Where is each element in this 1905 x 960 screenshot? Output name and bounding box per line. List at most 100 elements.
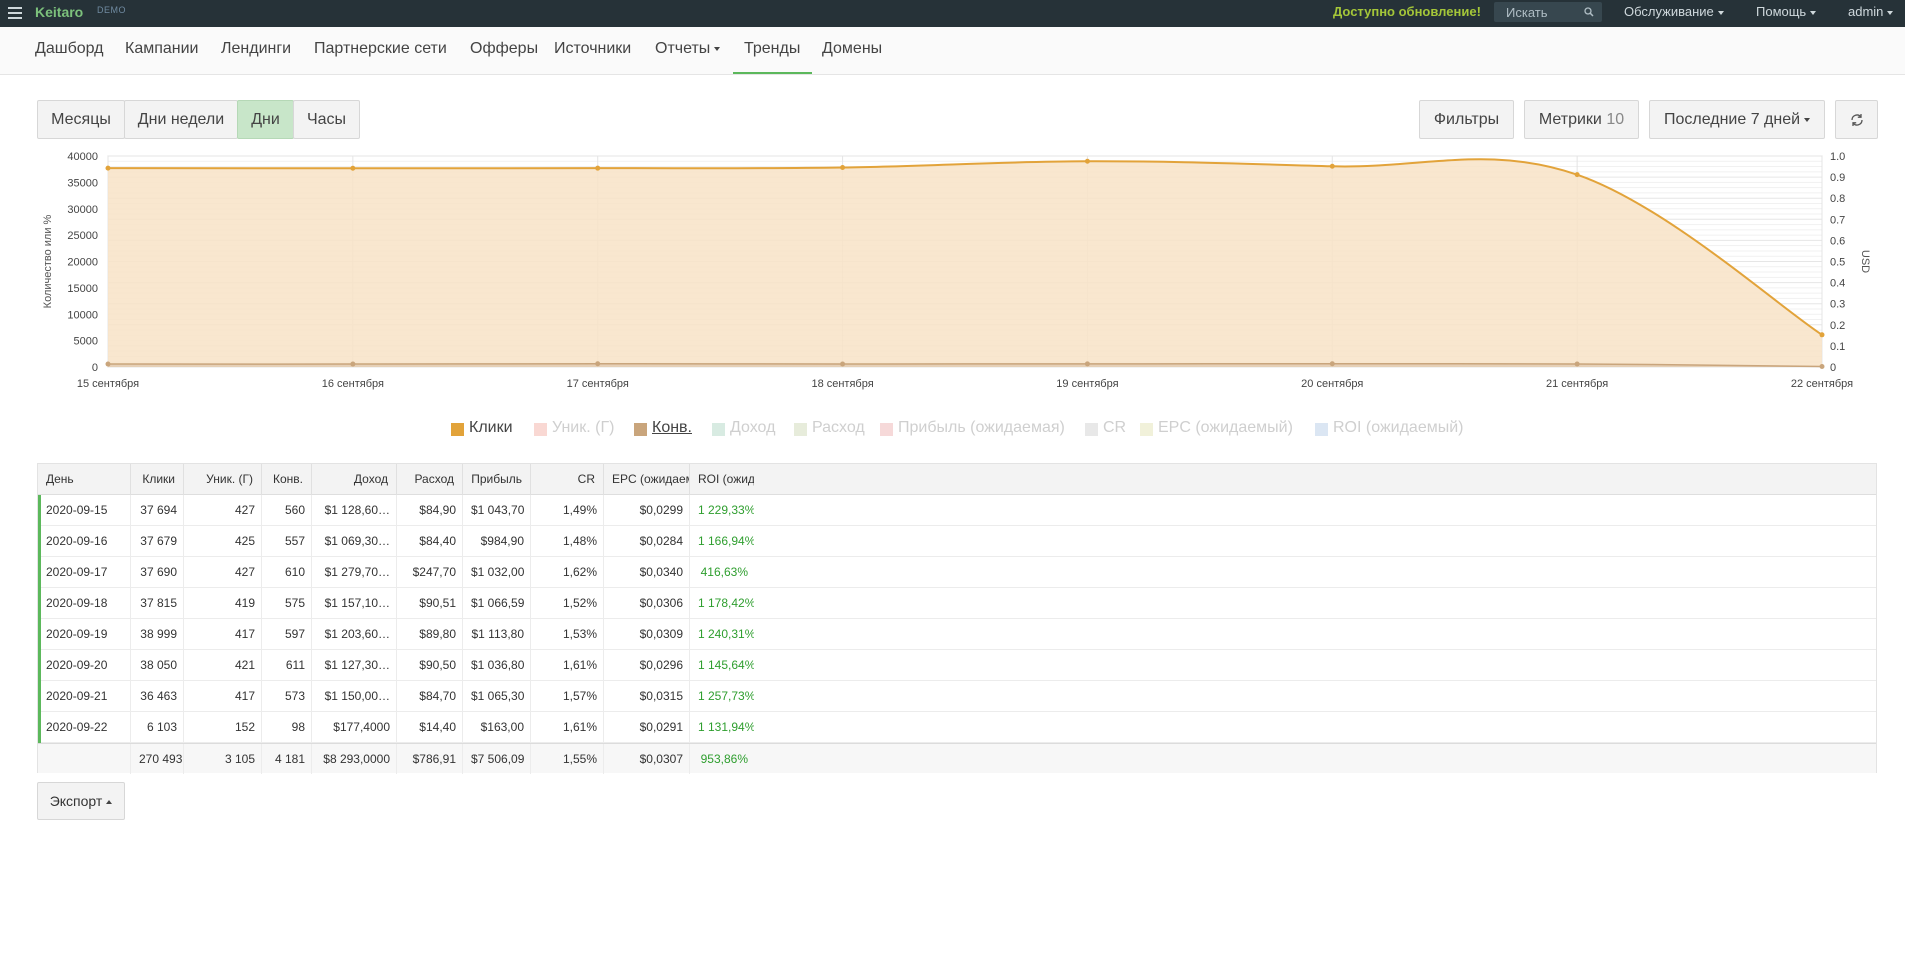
export-button[interactable]: Экспорт [37, 782, 125, 820]
nav-dashboard[interactable]: Дашборд [35, 40, 104, 58]
maintenance-menu[interactable]: Обслуживание [1624, 4, 1724, 19]
table-cell: 419 [184, 588, 262, 619]
period-weekdays-button[interactable]: Дни недели [124, 100, 238, 139]
table-cell: 270 493 [131, 744, 184, 774]
table-cell: 417 [184, 681, 262, 712]
table-row[interactable]: 2020-09-22 6 103 152 98 $177,4000 $14,40 $163,… [38, 712, 1876, 743]
column-header[interactable]: CR [531, 464, 604, 495]
y-tick-label: 35000 [67, 177, 98, 189]
update-available-link[interactable]: Доступно обновление! [1333, 4, 1481, 19]
table-cell: $1 279,70… [312, 557, 397, 588]
chevron-down-icon [714, 46, 721, 51]
period-days-button[interactable]: Дни [237, 100, 294, 139]
table-cell: $0,0299 [604, 495, 690, 526]
table-cell: 98 [262, 712, 312, 743]
data-point [1329, 361, 1335, 367]
table-cell: $1 203,60… [312, 619, 397, 650]
search-icon[interactable] [1584, 7, 1594, 17]
column-header[interactable]: День [38, 464, 131, 495]
y2-tick-label: 1.0 [1830, 151, 1845, 163]
column-header[interactable]: ROI (ожидаемый) [690, 464, 754, 495]
nav-domains[interactable]: Домены [822, 40, 882, 58]
help-menu[interactable]: Помощь [1756, 4, 1817, 19]
nav-landings[interactable]: Лендинги [221, 40, 291, 58]
table-row[interactable]: 2020-09-18 37 815 419 575 $1 157,10… $90,51 $1… [38, 588, 1876, 619]
nav-campaigns[interactable]: Кампании [125, 40, 199, 58]
date-range-select[interactable]: Последние 7 дней [1649, 100, 1825, 139]
table-cell: 4 181 [262, 744, 312, 774]
user-menu[interactable]: admin [1848, 4, 1894, 19]
table-cell: $1 043,70 [463, 495, 531, 526]
filters-button[interactable]: Фильтры [1419, 100, 1514, 139]
column-header[interactable]: Уник. (Г) [184, 464, 262, 495]
table-header: День Клики Уник. (Г) Конв. Доход Расход Прибыл… [38, 464, 1876, 495]
table-cell: $84,40 [397, 526, 463, 557]
table-cell: 417 [184, 619, 262, 650]
chevron-down-icon [1887, 10, 1894, 15]
column-header[interactable]: Клики [131, 464, 184, 495]
table-row[interactable]: 2020-09-21 36 463 417 573 $1 150,00… $84,70 $1… [38, 681, 1876, 712]
column-header[interactable]: Доход [312, 464, 397, 495]
column-header[interactable]: Прибыль [463, 464, 531, 495]
metrics-button[interactable]: Метрики 10 [1524, 100, 1639, 139]
cell-date: 2020-09-18 [38, 588, 131, 619]
column-header[interactable]: Конв. [262, 464, 312, 495]
table-cell: 1,53% [531, 619, 604, 650]
table-cell: $1 150,00… [312, 681, 397, 712]
date-range-label: Последние 7 дней [1663, 111, 1801, 128]
table-row[interactable]: 2020-09-19 38 999 417 597 $1 203,60… $89,80 $1… [38, 619, 1876, 650]
period-months-button[interactable]: Месяцы [37, 100, 125, 139]
legend-label: Расход [812, 419, 865, 436]
table-cell: 1 145,64% [698, 658, 754, 672]
data-point [1329, 163, 1335, 169]
brand-logo[interactable]: Keitaro [35, 4, 83, 20]
data-point [1574, 361, 1580, 367]
table-cell: $247,70 [397, 557, 463, 588]
data-point [595, 165, 601, 171]
search-input[interactable] [1494, 2, 1582, 22]
y2-tick-label: 0.7 [1830, 214, 1845, 226]
nav-reports[interactable]: Отчеты [655, 40, 721, 58]
legend-swatch [794, 423, 807, 436]
chevron-down-icon [1810, 10, 1817, 15]
nav-offers[interactable]: Офферы [470, 40, 538, 58]
table-cell: $0,0309 [604, 619, 690, 650]
nav-sources[interactable]: Источники [554, 40, 631, 58]
data-point [595, 361, 601, 367]
table-cell: $0,0306 [604, 588, 690, 619]
table-cell: $7 506,09 [463, 744, 531, 774]
data-point [350, 165, 356, 171]
cell-date: 2020-09-17 [38, 557, 131, 588]
column-header[interactable]: Расход [397, 464, 463, 495]
menu-icon[interactable] [8, 5, 22, 19]
nav-trends[interactable]: Тренды [744, 40, 800, 58]
nav-affiliate-networks[interactable]: Партнерские сети [314, 40, 447, 58]
table-row[interactable]: 2020-09-20 38 050 421 611 $1 127,30… $90,50 $1… [38, 650, 1876, 681]
table-cell: 610 [262, 557, 312, 588]
y-tick-label: 15000 [67, 283, 98, 295]
refresh-button[interactable] [1835, 100, 1878, 139]
cell-date: 2020-09-20 [38, 650, 131, 681]
table-cell: 597 [262, 619, 312, 650]
table-row[interactable]: 2020-09-16 37 679 425 557 $1 069,30… $84,40 $9… [38, 526, 1876, 557]
table-cell: 1 229,33% [698, 503, 754, 517]
table-row[interactable]: 2020-09-15 37 694 427 560 $1 128,60… $84,90 $1… [38, 495, 1876, 526]
x-tick-label: 20 сентября [1301, 378, 1363, 390]
user-menu-label: admin [1848, 4, 1884, 19]
table-cell: 560 [262, 495, 312, 526]
legend-swatch [1140, 423, 1153, 436]
column-header[interactable]: EPC (ожидаемый) [604, 464, 690, 495]
table-cell: 427 [184, 557, 262, 588]
period-hours-button[interactable]: Часы [293, 100, 360, 139]
y2-tick-label: 0.3 [1830, 299, 1845, 311]
table-cell: 575 [262, 588, 312, 619]
table-cell: 416,63% [700, 565, 748, 579]
data-point [840, 165, 846, 171]
table-cell: 573 [262, 681, 312, 712]
cell-date [38, 744, 131, 774]
x-tick-label: 15 сентября [77, 378, 139, 390]
legend-label: Конв. [652, 419, 692, 436]
data-point [1574, 172, 1580, 178]
table-cell: 1,61% [531, 650, 604, 681]
table-row[interactable]: 2020-09-17 37 690 427 610 $1 279,70… $247,70 $… [38, 557, 1876, 588]
